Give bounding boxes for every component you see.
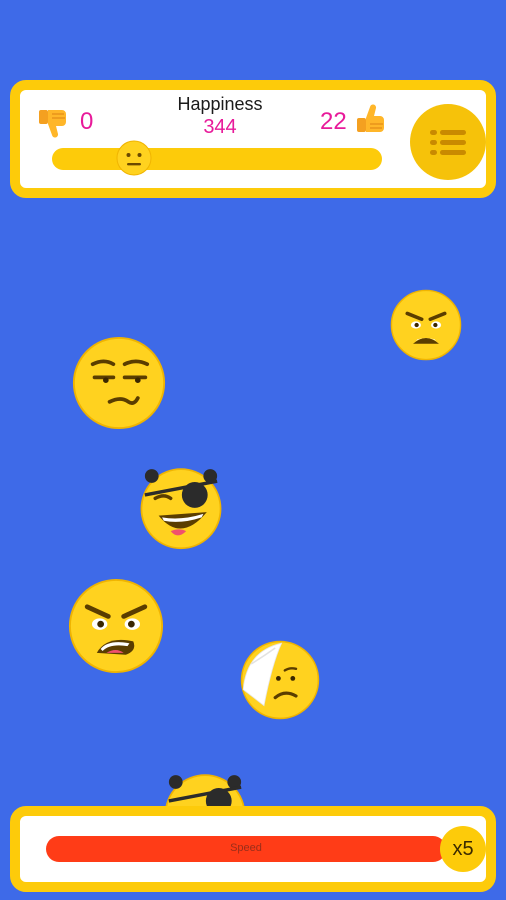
bandaged-sad-face-emoji[interactable] [240, 640, 320, 720]
happiness-value: 344 [203, 116, 237, 138]
neutral-face-knob-icon[interactable] [116, 140, 152, 176]
dislike-count: 0 [80, 108, 94, 135]
happiness-panel: 0 Happiness 344 22 [10, 80, 496, 198]
list-icon [430, 130, 466, 155]
thumbs-up-icon [357, 104, 384, 132]
like-count: 22 [320, 108, 347, 135]
speed-label: Speed [230, 842, 262, 854]
thumbs-down-icon [39, 110, 66, 138]
angry-face-emoji[interactable] [390, 289, 462, 361]
happiness-title: Happiness [177, 94, 263, 114]
speed-multiplier-button[interactable]: x5 [440, 826, 486, 872]
speed-panel: Speed x5 [10, 806, 496, 892]
angry-shouting-face-emoji[interactable] [68, 578, 164, 674]
pirate-laughing-face-emoji[interactable] [138, 464, 224, 550]
speed-bar[interactable]: Speed [46, 836, 446, 862]
menu-button[interactable] [410, 104, 486, 180]
smirk-face-emoji[interactable] [72, 336, 166, 430]
happiness-bar [52, 148, 382, 170]
